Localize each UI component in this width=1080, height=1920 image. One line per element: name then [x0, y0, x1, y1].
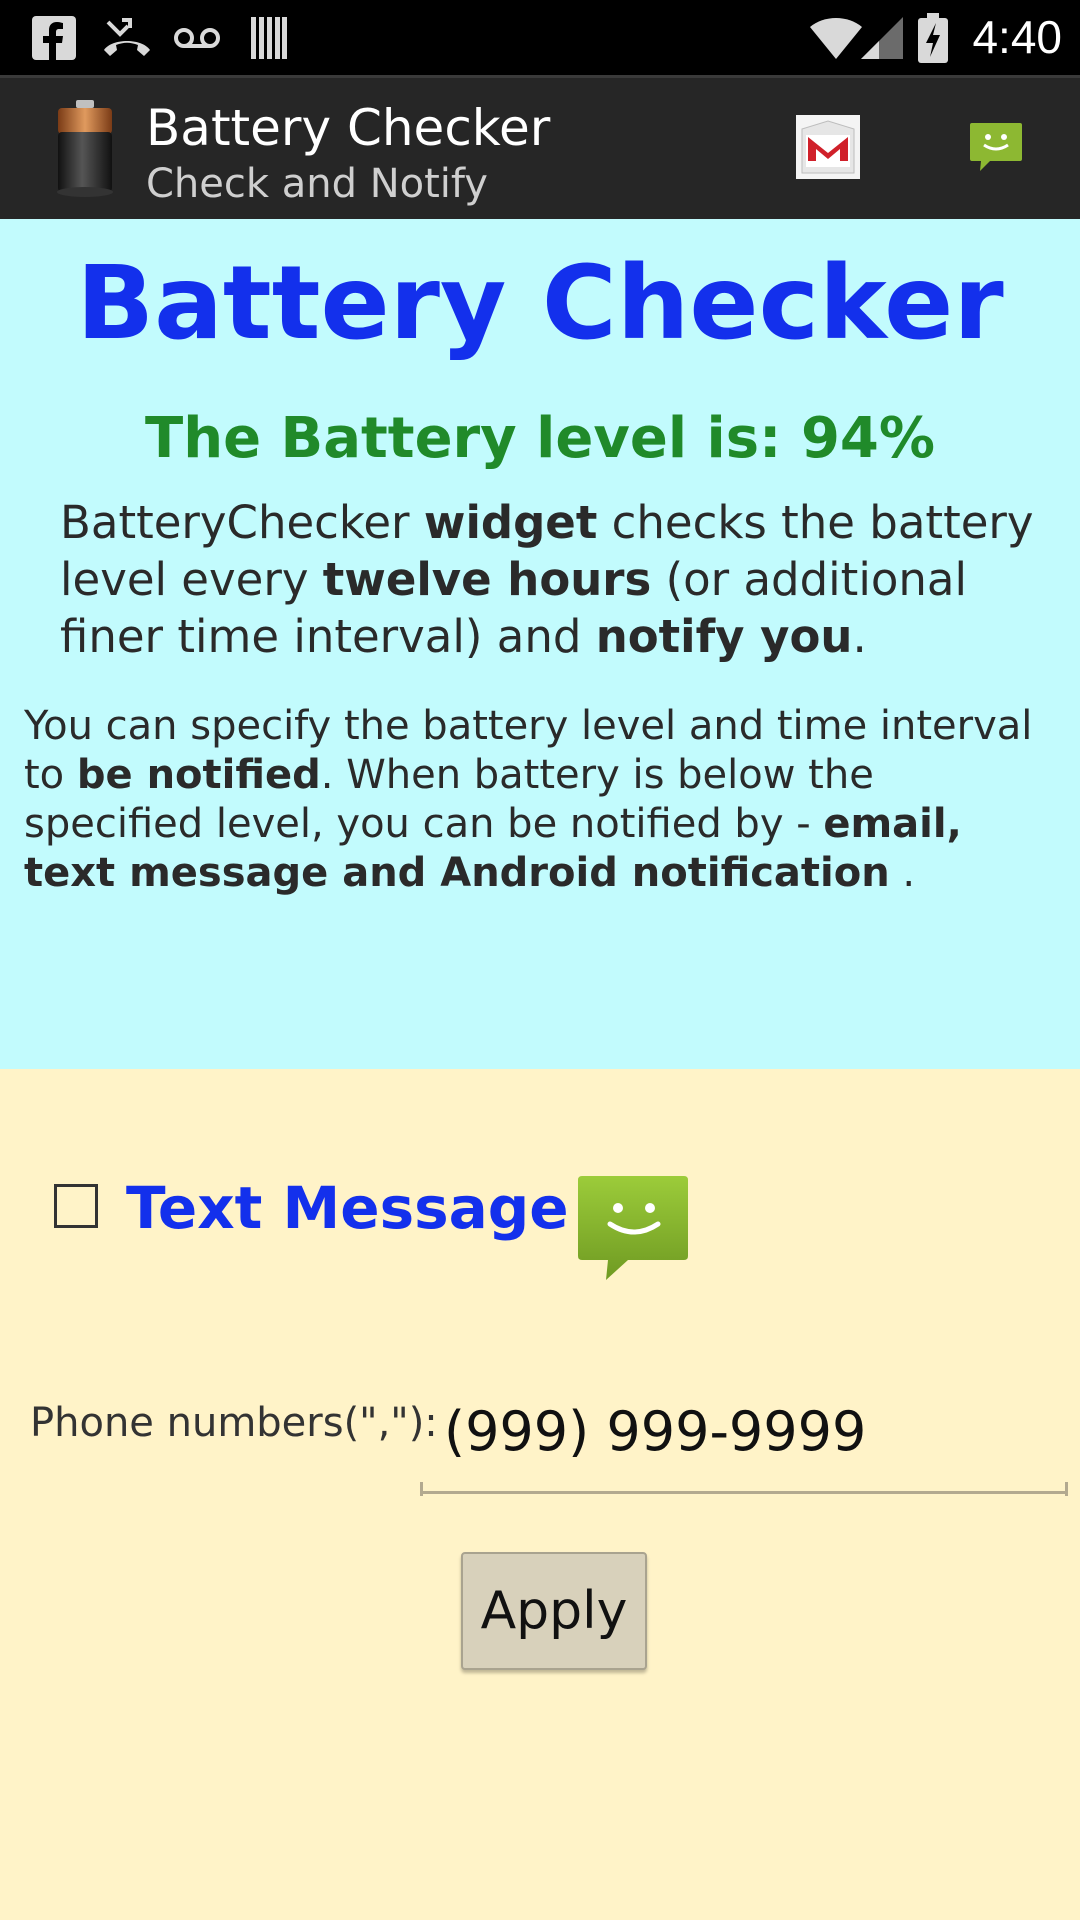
app-subtitle: Check and Notify: [146, 161, 488, 207]
wifi-icon: [806, 0, 866, 75]
facebook-icon: [30, 0, 78, 75]
barcode-icon: [248, 0, 290, 75]
apply-button[interactable]: Apply: [461, 1552, 647, 1670]
clock: 4:40: [972, 11, 1062, 63]
description-notify: You can specify the battery level and ti…: [24, 703, 1033, 896]
description-widget: BatteryChecker widget checks the battery…: [60, 496, 1034, 663]
gmail-icon: [796, 114, 860, 183]
signal-icon: [858, 0, 906, 75]
sms-icon: [576, 1174, 692, 1286]
input-underline-right: [1065, 1482, 1068, 1496]
battery-charging-icon: [916, 0, 950, 75]
sms-icon: [968, 121, 1024, 177]
phone-numbers-input[interactable]: [420, 1372, 1068, 1494]
status-bar: 4:40: [0, 0, 1080, 75]
text-message-label[interactable]: Text Message: [126, 1168, 569, 1248]
sms-button[interactable]: [946, 78, 1046, 219]
input-underline-left: [420, 1482, 423, 1496]
text-message-checkbox[interactable]: [54, 1184, 98, 1228]
action-bar: Battery Checker Check and Notify: [0, 75, 1080, 219]
app-title: Battery Checker: [146, 99, 551, 157]
info-panel: Battery Checker The Battery level is: 94…: [0, 219, 1080, 1069]
battery-icon: [52, 100, 118, 202]
missed-call-icon: [100, 0, 154, 75]
voicemail-icon: [172, 0, 222, 75]
page-title: Battery Checker: [76, 244, 1004, 363]
battery-level-text: The Battery level is: 94%: [145, 406, 935, 471]
phone-numbers-label: Phone numbers(","):: [30, 1400, 438, 1446]
gmail-button[interactable]: [778, 78, 878, 219]
